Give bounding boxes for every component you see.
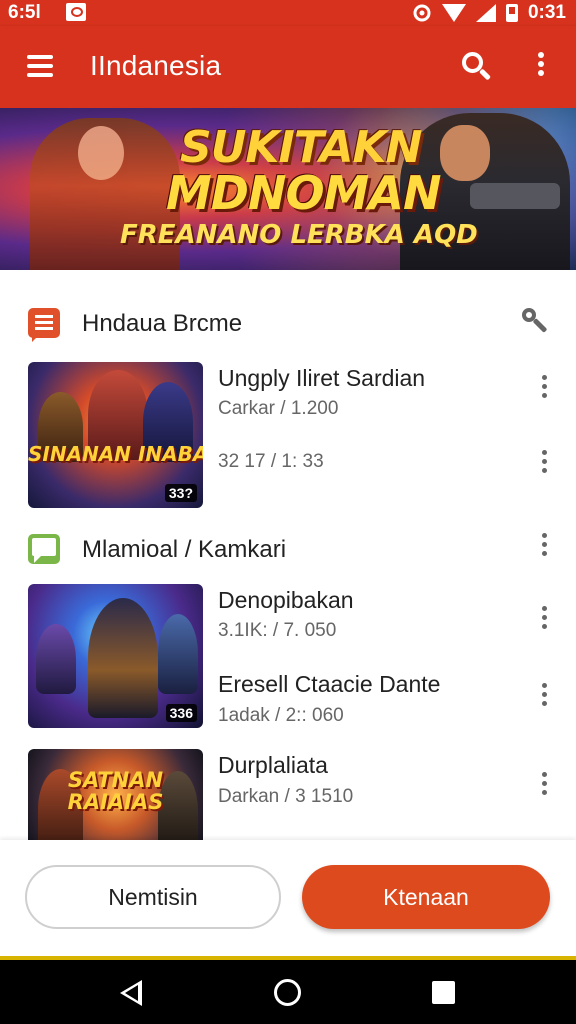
thumbnail-caption: SATNAN RAIAIAS	[67, 768, 164, 814]
item-thumbnail[interactable]: SATNAN RAIAIAS	[28, 749, 203, 841]
duration-badge: 33?	[164, 484, 197, 502]
item-title[interactable]: Ungply Iliret Sardian	[218, 365, 425, 392]
item-subtitle: Darkan / 3 1510	[218, 786, 354, 807]
banner-title-line-2: MDNOMAN	[166, 166, 441, 220]
section-header-2: Mlamioal / Kamkari	[0, 526, 576, 574]
item-more-icon[interactable]	[540, 450, 548, 476]
bottom-action-bar: Nemtisin Ktenaan	[0, 840, 576, 956]
item-thumbnail[interactable]: 336	[28, 584, 203, 728]
image-icon	[66, 3, 86, 21]
item-thumbnail[interactable]: SINANAN INABASIN 33?	[28, 362, 203, 508]
app-bar: IIndanesia	[0, 26, 576, 108]
system-nav-bar	[0, 960, 576, 1024]
home-icon[interactable]	[274, 979, 301, 1006]
battery-icon	[505, 4, 518, 22]
cell-icon	[475, 4, 496, 22]
thumbnail-caption: SINANAN INABASIN	[28, 442, 203, 466]
item-title[interactable]: Durplaliata	[218, 752, 328, 779]
overflow-icon[interactable]	[536, 52, 546, 82]
status-time: 6:5l	[8, 2, 41, 23]
signal-icon	[412, 4, 432, 22]
section-header-1: Hndaua Brcme	[0, 300, 576, 348]
app-title: IIndanesia	[90, 50, 222, 81]
item-more-icon[interactable]	[540, 772, 548, 798]
item-subtitle: 1adak / 2:: 060	[218, 705, 344, 726]
list-icon	[28, 308, 60, 342]
item-meta: 32 17 / 1: 33	[218, 451, 324, 472]
back-icon[interactable]	[120, 980, 142, 1006]
status-time-right: 0:31	[527, 2, 566, 23]
duration-badge: 336	[165, 704, 197, 722]
item-more-icon[interactable]	[540, 683, 548, 709]
item-more-icon[interactable]	[540, 606, 548, 632]
hero-banner[interactable]: SUKITAKN MDNOMAN FREANANO LERBKA AQD	[0, 108, 576, 270]
menu-icon[interactable]	[27, 55, 53, 77]
item-more-icon[interactable]	[540, 375, 548, 401]
status-bar: 6:5l 0:31	[0, 0, 576, 26]
recents-icon[interactable]	[432, 981, 455, 1004]
status-icons: 0:31	[412, 2, 566, 24]
item-subtitle: 3.1IK: / 7. 050	[218, 620, 337, 641]
banner-subtitle: FREANANO LERBKA AQD	[120, 220, 478, 250]
section-title: Hndaua Brcme	[82, 310, 243, 337]
section-more-icon[interactable]	[540, 533, 548, 559]
wrench-icon[interactable]	[522, 308, 550, 336]
item-subtitle: Carkar / 1.200	[218, 398, 339, 419]
section-title: Mlamioal / Kamkari	[82, 536, 287, 563]
item-title[interactable]: Denopibakan	[218, 587, 354, 614]
item-title[interactable]: Eresell Ctaacie Dante	[218, 671, 440, 698]
primary-button[interactable]: Ktenaan	[302, 865, 550, 929]
wifi-icon	[441, 4, 466, 22]
search-icon[interactable]	[462, 52, 492, 82]
secondary-button[interactable]: Nemtisin	[25, 865, 281, 929]
chat-icon	[28, 534, 60, 564]
